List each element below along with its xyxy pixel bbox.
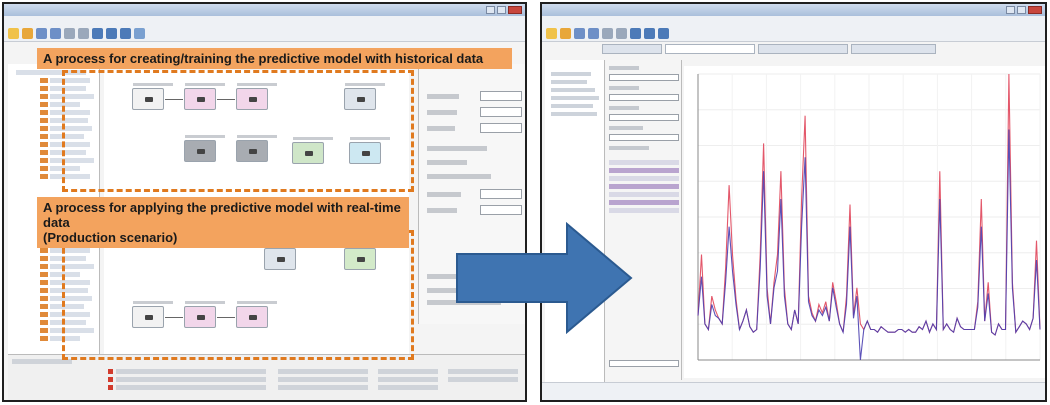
- pause-icon[interactable]: [644, 28, 655, 39]
- chart-style-select[interactable]: [609, 74, 679, 81]
- training-process-screenshot: A process for creating/training the pred…: [2, 2, 527, 402]
- perspective-icon[interactable]: [134, 28, 145, 39]
- close-icon[interactable]: [508, 6, 522, 14]
- right-arrow-icon: [456, 222, 633, 334]
- training-process-outline: [62, 70, 414, 192]
- series-chart[interactable]: [684, 66, 1045, 378]
- stop-icon[interactable]: [120, 28, 131, 39]
- result-tab[interactable]: [758, 44, 848, 54]
- undo-icon[interactable]: [64, 28, 75, 39]
- training-process-label: A process for creating/training the pred…: [37, 48, 512, 69]
- save-icon[interactable]: [36, 28, 47, 39]
- result-tab[interactable]: [665, 44, 755, 54]
- result-tab[interactable]: [602, 44, 662, 54]
- production-process-label: A process for applying the predictive mo…: [37, 197, 409, 248]
- maximize-icon[interactable]: [497, 6, 506, 14]
- line-chart-svg: [697, 73, 1041, 361]
- run-icon[interactable]: [92, 28, 103, 39]
- open-icon[interactable]: [22, 28, 33, 39]
- production-process-outline: [62, 230, 414, 360]
- value-select[interactable]: [609, 114, 679, 121]
- redo-icon[interactable]: [78, 28, 89, 39]
- menu-bar: [542, 16, 1045, 26]
- save-as-icon[interactable]: [588, 28, 599, 39]
- new-process-icon[interactable]: [546, 28, 557, 39]
- toolbar: [4, 26, 525, 42]
- status-bar: [542, 382, 1045, 400]
- menu-bar: [4, 16, 525, 26]
- redo-icon[interactable]: [616, 28, 627, 39]
- open-icon[interactable]: [560, 28, 571, 39]
- production-process-label-line1: A process for applying the predictive mo…: [43, 200, 401, 230]
- save-icon[interactable]: [574, 28, 585, 39]
- minimize-icon[interactable]: [1006, 6, 1015, 14]
- pause-icon[interactable]: [106, 28, 117, 39]
- run-icon[interactable]: [630, 28, 641, 39]
- minimize-icon[interactable]: [486, 6, 495, 14]
- log-scale-checkbox[interactable]: [609, 360, 679, 367]
- result-tabs: [602, 44, 1041, 54]
- maximize-icon[interactable]: [1017, 6, 1026, 14]
- result-tab[interactable]: [851, 44, 936, 54]
- save-as-icon[interactable]: [50, 28, 61, 39]
- color-select[interactable]: [609, 134, 679, 141]
- production-process-label-line2: (Production scenario): [43, 230, 178, 245]
- window-titlebar: [4, 4, 525, 16]
- window-titlebar: [542, 4, 1045, 16]
- new-process-icon[interactable]: [8, 28, 19, 39]
- close-icon[interactable]: [1028, 6, 1042, 14]
- stop-icon[interactable]: [658, 28, 669, 39]
- problems-panel: [8, 354, 525, 400]
- x-axis-select[interactable]: [609, 94, 679, 101]
- undo-icon[interactable]: [602, 28, 613, 39]
- toolbar: [542, 26, 1045, 42]
- results-screenshot: [540, 2, 1047, 402]
